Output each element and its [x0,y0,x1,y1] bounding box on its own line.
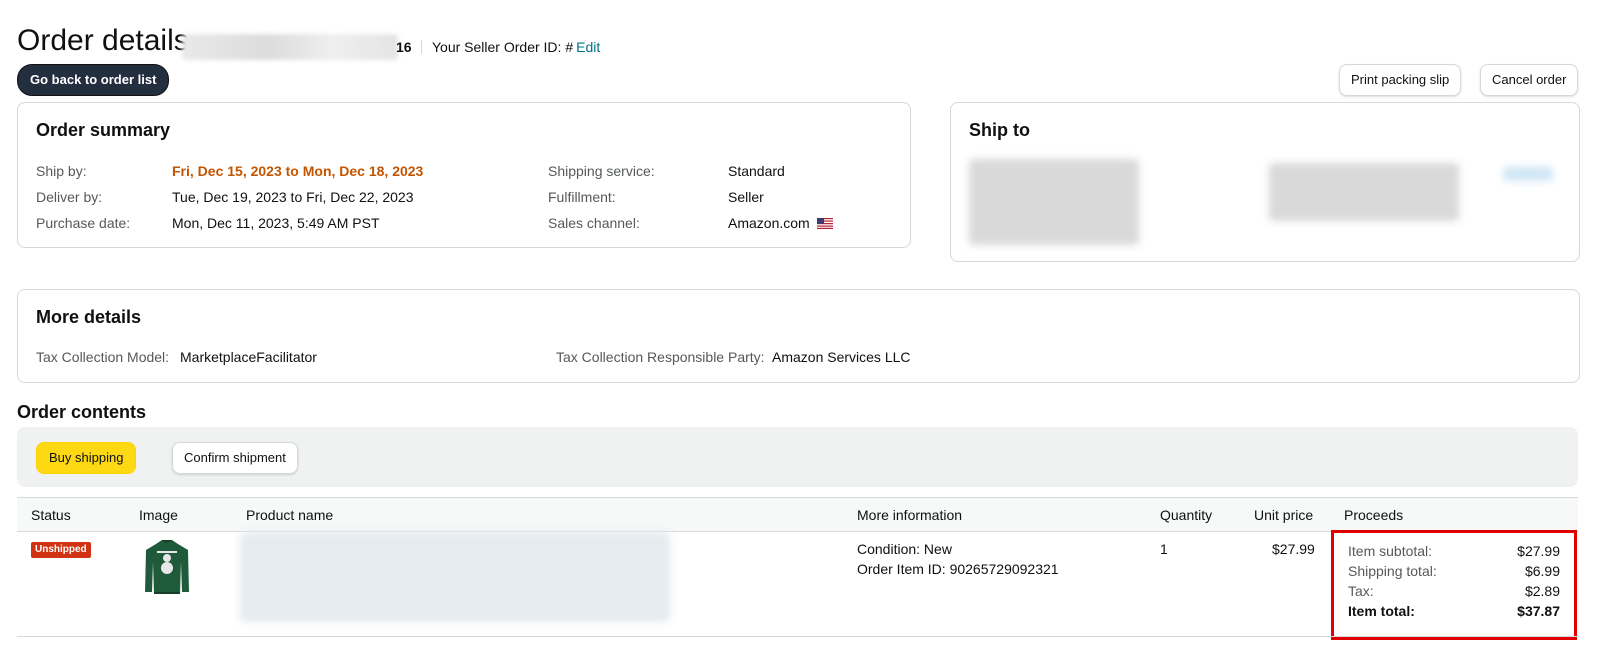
col-status: Status [31,507,71,523]
item-total-row: Item total: $37.87 [1348,603,1560,619]
seller-order-id: Your Seller Order ID: # Edit [432,39,600,55]
col-more-information: More information [857,507,963,523]
fulfillment-value: Seller [728,189,764,205]
page-title: Order details [17,24,189,57]
col-quantity: Quantity [1160,507,1213,523]
item-condition: Condition: New [857,541,952,557]
tax-value: $2.89 [1524,583,1560,599]
more-details-title: More details [36,307,142,327]
table-bottom-border [17,636,1578,637]
order-id-tail: 16 [396,39,412,55]
col-image: Image [139,507,178,523]
tax-model-label: Tax Collection Model: [36,349,170,365]
redacted-product-name [240,532,670,622]
fulfillment-label: Fulfillment: [548,189,616,205]
shipping-total-label: Shipping total: [1348,563,1437,579]
item-total-label: Item total: [1348,603,1415,619]
shipping-service-label: Shipping service: [548,163,655,179]
order-summary-card: Order summary Ship by: Fri, Dec 15, 2023… [17,102,911,248]
sales-channel-value: Amazon.com [728,215,833,231]
shipping-service-value: Standard [728,163,785,179]
tax-label: Tax: [1348,583,1374,599]
deliver-by-value: Tue, Dec 19, 2023 to Fri, Dec 22, 2023 [172,189,414,205]
buy-shipping-button[interactable]: Buy shipping [36,442,137,474]
print-packing-slip-button[interactable]: Print packing slip [1339,64,1462,96]
header-divider [421,40,422,54]
item-subtotal-value: $27.99 [1517,543,1560,559]
shipping-total-row: Shipping total: $6.99 [1348,563,1560,579]
order-item-id: Order Item ID: 90265729092321 [857,561,1059,577]
status-badge: Unshipped [31,542,91,558]
purchase-date-label: Purchase date: [36,215,131,231]
tax-model-value: MarketplaceFacilitator [180,349,317,365]
item-unit-price: $27.99 [1272,541,1315,557]
more-details-card: More details Tax Collection Model: Marke… [17,289,1580,383]
sales-channel-label: Sales channel: [548,215,640,231]
item-subtotal-row: Item subtotal: $27.99 [1348,543,1560,559]
redacted-address [969,159,1139,245]
confirm-shipment-button[interactable]: Confirm shipment [172,442,298,474]
sales-channel-text: Amazon.com [728,215,810,231]
order-summary-title: Order summary [36,120,171,140]
proceeds-highlight: Item subtotal: $27.99 Shipping total: $6… [1331,530,1577,640]
ship-to-title: Ship to [969,120,1030,140]
go-back-button[interactable]: Go back to order list [17,64,170,96]
order-contents-title: Order contents [17,402,147,422]
redacted-link [1503,167,1553,181]
shipping-total-value: $6.99 [1524,563,1560,579]
us-flag-icon [816,218,833,229]
ship-to-card: Ship to [950,102,1580,262]
deliver-by-label: Deliver by: [36,189,103,205]
tax-row: Tax: $2.89 [1348,583,1560,599]
col-unit-price: Unit price [1254,507,1314,523]
item-subtotal-label: Item subtotal: [1348,543,1433,559]
redacted-order-id [182,34,398,60]
tax-party-value: Amazon Services LLC [772,349,911,365]
tax-party-label: Tax Collection Responsible Party: [556,349,765,365]
edit-link[interactable]: Edit [576,39,600,55]
ship-by-label: Ship by: [36,163,87,179]
cancel-order-button[interactable]: Cancel order [1480,64,1579,96]
redacted-contact [1269,163,1459,221]
item-quantity: 1 [1160,541,1168,557]
product-thumbnail[interactable] [142,538,192,596]
purchase-date-value: Mon, Dec 11, 2023, 5:49 AM PST [172,215,380,231]
col-proceeds: Proceeds [1344,507,1404,523]
ship-by-value: Fri, Dec 15, 2023 to Mon, Dec 18, 2023 [172,163,424,179]
col-product-name: Product name [246,507,334,523]
item-total-value: $37.87 [1517,603,1560,619]
seller-order-label: Your Seller Order ID: # [432,39,574,55]
